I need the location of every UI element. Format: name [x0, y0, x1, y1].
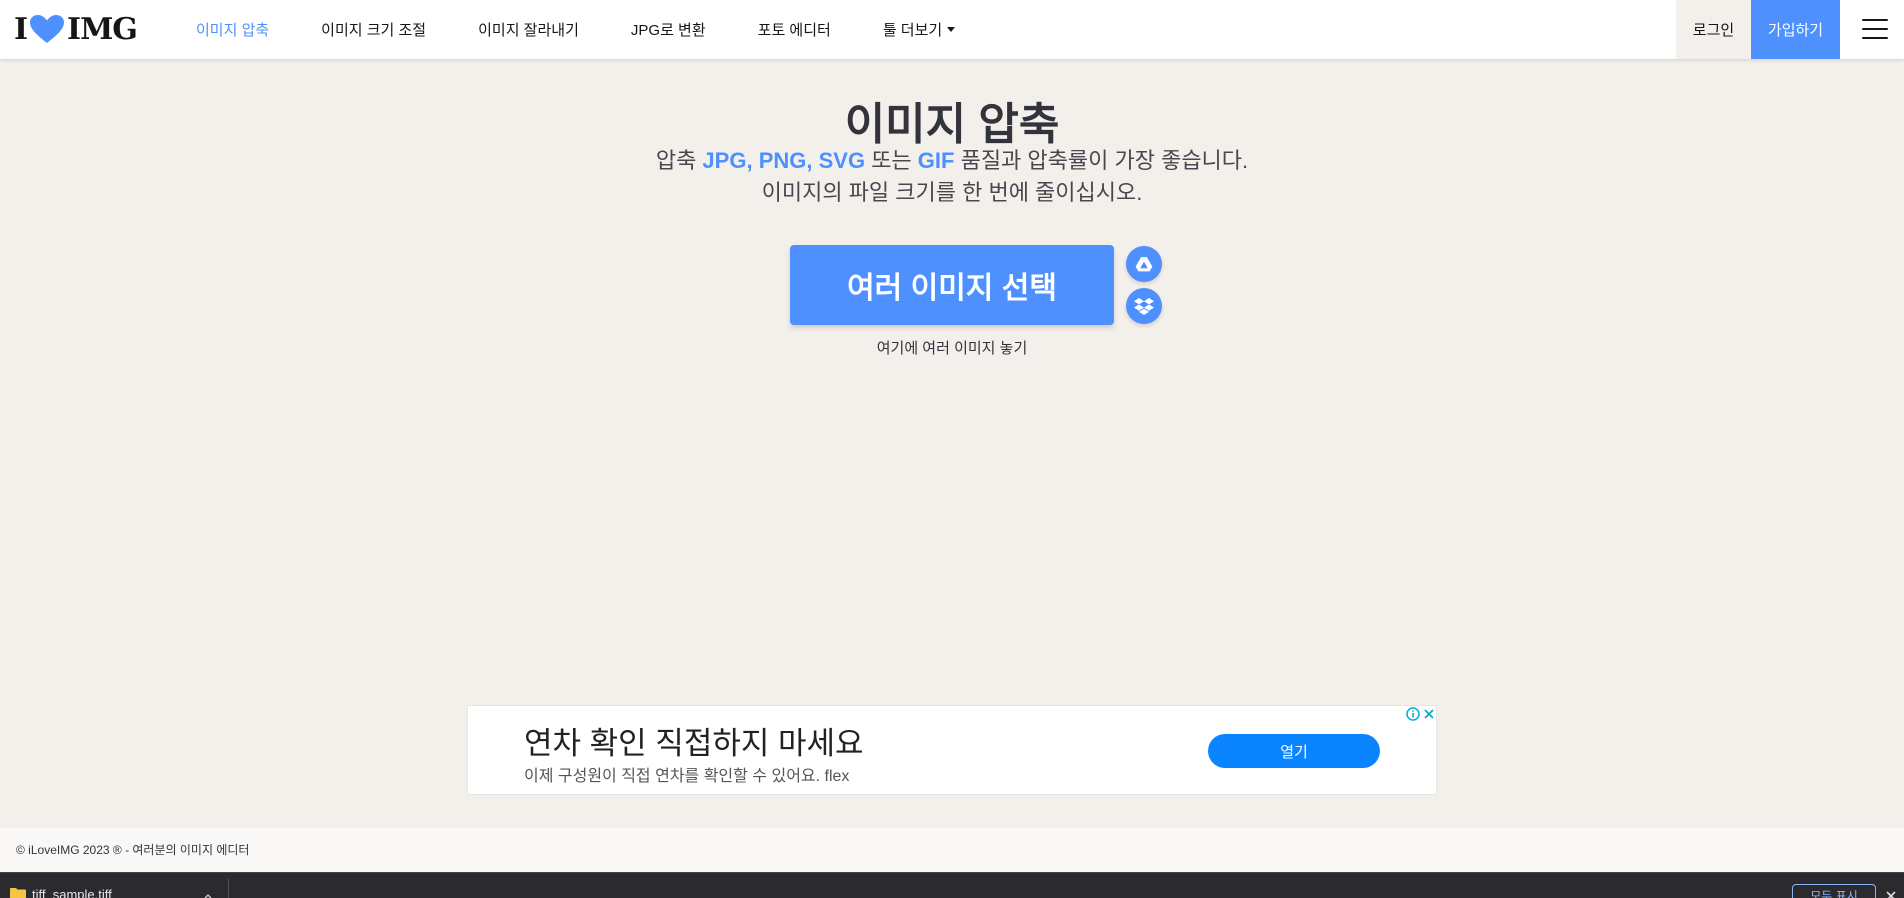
- format-png-link[interactable]: PNG: [759, 148, 807, 173]
- heart-icon: [29, 14, 65, 44]
- nav-more-tools-dropdown[interactable]: 툴 더보기: [882, 19, 956, 40]
- signup-button[interactable]: 가입하기: [1751, 0, 1840, 59]
- hamburger-menu-icon[interactable]: [1862, 19, 1888, 39]
- footer-copyright: © iLoveIMG 2023 ® - 여러분의 이미지 에디터: [16, 843, 250, 857]
- main-nav: 이미지 압축 이미지 크기 조절 이미지 잘라내기 JPG로 변환 포토 에디터…: [196, 0, 1007, 59]
- subtitle-sep: ,: [746, 148, 759, 173]
- signup-label: 가입하기: [1767, 22, 1824, 39]
- download-bar: tiff_sample.tiff 모두 표시: [0, 872, 1904, 898]
- nav-compress-image[interactable]: 이미지 압축: [196, 19, 269, 40]
- ad-banner[interactable]: 연차 확인 직접하지 마세요 이제 구성원이 직접 연차를 확인할 수 있어요.…: [467, 705, 1437, 795]
- logo-text-i: I: [14, 11, 28, 47]
- ad-open-label: 열기: [1280, 743, 1308, 761]
- select-images-button[interactable]: 여러 이미지 선택: [790, 245, 1114, 325]
- subtitle-text: 또는: [865, 148, 918, 173]
- download-separator: [228, 879, 229, 898]
- ad-open-button[interactable]: 열기: [1208, 734, 1380, 768]
- top-navbar: I IMG 이미지 압축 이미지 크기 조절 이미지 잘라내기 JPG로 변환 …: [0, 0, 1904, 59]
- subtitle-text: 품질과 압축률이 가장 좋습니다.: [954, 148, 1249, 173]
- subtitle-line-2: 이미지의 파일 크기를 한 번에 줄이십시오.: [761, 180, 1143, 205]
- ad-close-icon[interactable]: [1422, 707, 1436, 721]
- google-drive-icon: [1135, 257, 1153, 272]
- chevron-up-icon[interactable]: [204, 893, 212, 898]
- nav-crop-image[interactable]: 이미지 잘라내기: [478, 19, 579, 40]
- nav-photo-editor[interactable]: 포토 에디터: [758, 19, 831, 40]
- page-subtitle: 압축 JPG, PNG, SVG 또는 GIF 품질과 압축률이 가장 좋습니다…: [0, 145, 1904, 209]
- caret-down-icon: [947, 27, 956, 32]
- login-label: 로그인: [1692, 22, 1735, 39]
- subtitle-text: 압축: [655, 148, 703, 173]
- nav-label: 이미지 크기 조절: [321, 22, 427, 39]
- format-gif-link[interactable]: GIF: [918, 148, 955, 173]
- download-item[interactable]: tiff_sample.tiff: [10, 887, 112, 898]
- ilovimg-logo[interactable]: I IMG: [14, 11, 138, 47]
- nav-label: JPG로 변환: [630, 22, 706, 39]
- format-jpg-link[interactable]: JPG: [702, 148, 746, 173]
- select-images-label: 여러 이미지 선택: [847, 272, 1057, 305]
- drop-images-hint: 여기에 여러 이미지 놓기: [876, 340, 1028, 357]
- nav-label: 이미지 잘라내기: [478, 22, 579, 39]
- logo-text-img: IMG: [67, 11, 138, 47]
- nav-label: 포토 에디터: [757, 22, 831, 39]
- footer: © iLoveIMG 2023 ® - 여러분의 이미지 에디터: [0, 828, 1904, 872]
- login-button[interactable]: 로그인: [1676, 0, 1751, 59]
- nav-label: 툴 더보기: [882, 22, 943, 39]
- subtitle-sep: ,: [806, 148, 819, 173]
- dropbox-button[interactable]: [1126, 288, 1162, 324]
- nav-convert-to-jpg[interactable]: JPG로 변환: [631, 19, 706, 40]
- dropbox-icon: [1134, 298, 1154, 315]
- subtitle-line-1: 압축 JPG, PNG, SVG 또는 GIF 품질과 압축률이 가장 좋습니다…: [0, 145, 1904, 177]
- nav-resize-image[interactable]: 이미지 크기 조절: [321, 19, 426, 40]
- ad-info-icon[interactable]: [1406, 707, 1420, 721]
- download-file-name: tiff_sample.tiff: [32, 887, 112, 898]
- google-drive-button[interactable]: [1126, 246, 1162, 282]
- format-svg-link[interactable]: SVG: [819, 148, 865, 173]
- page-title: 이미지 압축: [844, 100, 1060, 149]
- show-all-downloads-button[interactable]: 모두 표시: [1792, 884, 1876, 898]
- ad-description[interactable]: 이제 구성원이 직접 연차를 확인할 수 있어요. flex: [524, 762, 849, 786]
- nav-label: 이미지 압축: [196, 22, 270, 39]
- folder-icon: [10, 887, 26, 898]
- close-icon[interactable]: [1886, 891, 1896, 898]
- ad-headline[interactable]: 연차 확인 직접하지 마세요: [524, 718, 864, 763]
